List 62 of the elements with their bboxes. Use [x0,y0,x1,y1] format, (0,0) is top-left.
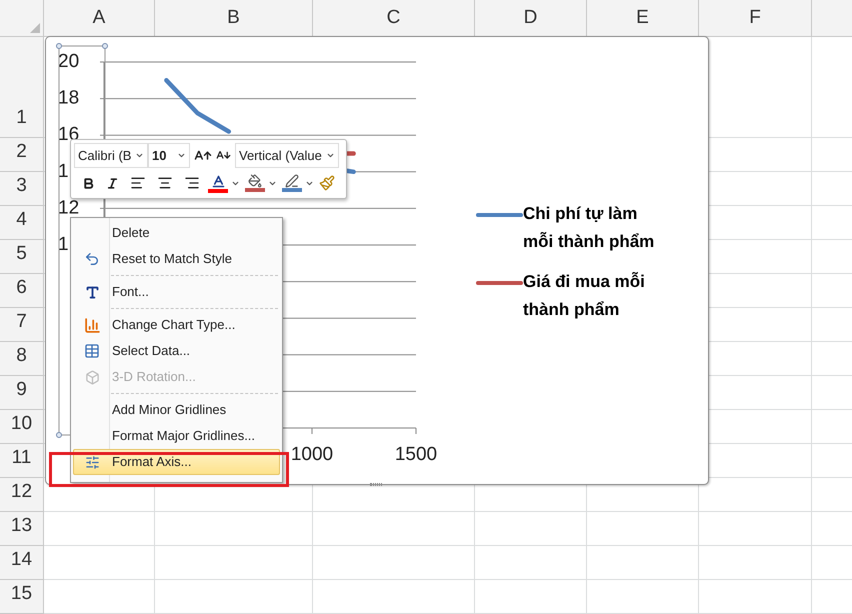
legend-label: Chi phí tự làm mỗi thành phẩm [523,203,656,253]
column-header[interactable]: B [155,0,313,37]
column-header[interactable]: D [475,0,587,37]
series-line[interactable] [345,151,356,156]
row-header[interactable]: 13 [0,512,44,546]
type-icon [84,284,100,300]
menu-item[interactable]: Format Major Gridlines... [73,423,280,449]
bold-icon[interactable] [82,176,95,190]
axis-tick-label: 16 [58,124,80,146]
column-header[interactable]: E [587,0,699,37]
row-header[interactable]: 11 [0,444,44,478]
menu-item[interactable]: Add Minor Gridlines [73,397,280,423]
menu-item[interactable]: Select Data... [73,338,280,364]
outline-color-icon[interactable] [282,174,302,192]
series-line[interactable] [164,78,356,174]
axis-tick-label: 1000 [290,444,334,465]
axis-tick-label: 1 [58,160,69,182]
row-header[interactable]: 4 [0,206,44,240]
font-name-combo[interactable]: Calibri (B [74,143,148,168]
cube-icon [84,370,100,384]
row-header[interactable]: 2 [0,138,44,172]
row-header[interactable]: 15 [0,580,44,614]
fill-color-icon[interactable] [245,174,265,192]
column-header[interactable]: A [44,0,155,37]
axis-tick-label: 20 [58,51,80,72]
column-header[interactable]: C [313,0,475,37]
format-painter-icon[interactable] [319,175,335,191]
align-right-icon[interactable] [184,175,200,191]
row-header[interactable]: 5 [0,240,44,274]
row-header[interactable]: 8 [0,342,44,376]
menu-item[interactable]: Reset to Match Style [73,246,280,272]
row-header[interactable]: 12 [0,478,44,512]
bar-chart-icon [84,316,100,334]
align-left-icon[interactable] [130,175,146,191]
menu-item[interactable]: Change Chart Type... [73,312,280,338]
chart-element-combo[interactable]: Vertical (Value [235,143,339,168]
font-color-icon[interactable] [208,174,228,192]
axis-tick-label: 12 [58,197,80,218]
row-header[interactable]: 9 [0,376,44,410]
caret-icon[interactable] [177,151,186,160]
axis-tick-label: 18 [58,88,80,109]
resize-handle[interactable] [370,483,382,486]
caret-icon[interactable] [326,151,335,160]
axis-tick-label: 1 [58,234,69,255]
row-header[interactable]: 3 [0,172,44,206]
row-header[interactable]: 1 [0,37,44,138]
row-header[interactable]: 14 [0,546,44,580]
caret-icon[interactable] [135,151,144,160]
row-header[interactable]: 7 [0,308,44,342]
menu-item[interactable]: Font... [73,279,280,305]
sliders-icon [84,454,100,470]
legend-label: Giá đi mua mỗi thành phẩm [523,271,646,321]
row-header[interactable]: 10 [0,410,44,444]
column-header[interactable]: F [699,0,812,37]
font-size-combo[interactable]: 10 [148,143,190,168]
menu-item[interactable]: Delete [73,220,280,246]
axis-tick-label: 1500 [394,444,438,465]
align-center-icon[interactable] [157,175,173,191]
undo-icon [84,251,100,267]
italic-icon[interactable] [106,176,119,190]
row-header[interactable]: 6 [0,274,44,308]
table-icon [84,343,100,359]
